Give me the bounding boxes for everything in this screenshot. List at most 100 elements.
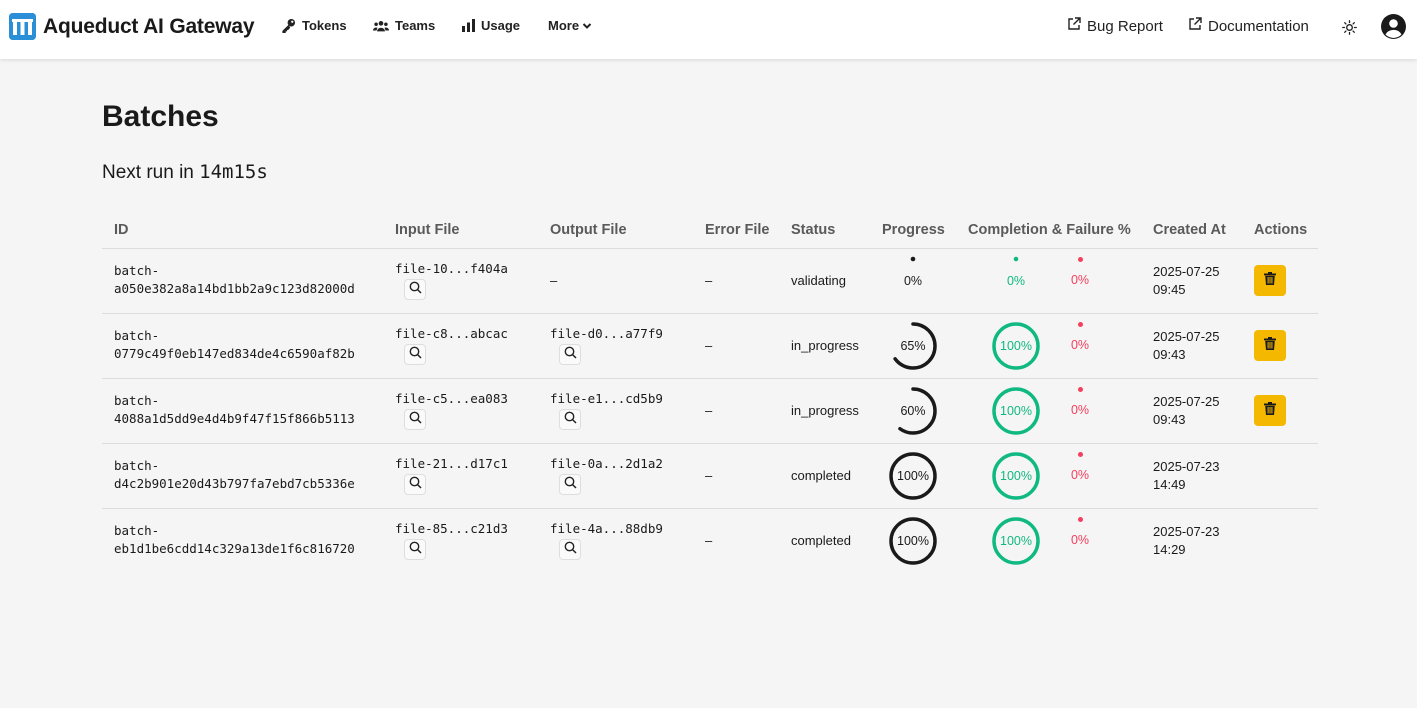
top-navbar: Aqueduct AI Gateway Tokens Teams Usage M… — [0, 0, 1417, 59]
sun-icon — [1342, 20, 1357, 39]
completion-ring: 0% — [991, 256, 1041, 306]
status-label: in_progress — [791, 338, 859, 353]
batch-id[interactable]: batch- 4088a1d5dd9e4d4b9f47f15f866b5113 — [114, 392, 355, 428]
delete-batch-button[interactable] — [1254, 395, 1286, 426]
nav-usage-label: Usage — [481, 18, 521, 33]
view-output-file-button[interactable] — [559, 344, 581, 365]
failure-percent: 0% — [1070, 533, 1090, 547]
failure-indicator-dot — [1078, 322, 1083, 327]
delete-batch-button[interactable] — [1254, 330, 1286, 361]
trash-icon — [1264, 336, 1276, 355]
batch-id[interactable]: batch- d4c2b901e20d43b797fa7ebd7cb5336e — [114, 457, 355, 493]
completion-ring: 100% — [991, 321, 1041, 371]
input-file-id: file-21...d17c1 — [395, 456, 508, 471]
search-icon — [564, 476, 577, 494]
progress-percent-label: 100% — [897, 469, 929, 483]
created-at: 2025-07-25 09:43 — [1153, 329, 1220, 362]
col-header-created-at: Created At — [1153, 222, 1226, 238]
failure-percent: 0% — [1070, 338, 1090, 352]
view-input-file-button[interactable] — [404, 474, 426, 495]
failure-indicator-dot — [1078, 452, 1083, 457]
batch-id[interactable]: batch- 0779c49f0eb147ed834de4c6590af82b — [114, 327, 355, 363]
user-menu-button[interactable] — [1381, 14, 1406, 44]
bar-chart-icon — [462, 19, 475, 32]
view-input-file-button[interactable] — [404, 539, 426, 560]
col-header-output-file: Output File — [550, 222, 627, 238]
created-at: 2025-07-25 09:43 — [1153, 394, 1220, 427]
nav-teams[interactable]: Teams — [373, 18, 435, 33]
status-label: completed — [791, 468, 851, 483]
search-icon — [409, 346, 422, 364]
created-at: 2025-07-25 09:45 — [1153, 264, 1220, 297]
completion-ring: 100% — [991, 386, 1041, 436]
nav-usage[interactable]: Usage — [462, 18, 520, 33]
documentation-label: Documentation — [1208, 17, 1309, 35]
failure-percent: 0% — [1070, 273, 1090, 287]
documentation-link[interactable]: Documentation — [1188, 17, 1309, 35]
progress-percent-label: 0% — [903, 274, 923, 288]
failure-indicator-dot — [1078, 517, 1083, 522]
row-divider — [102, 313, 1318, 314]
failure-percent: 0% — [1070, 468, 1090, 482]
created-at: 2025-07-23 14:29 — [1153, 524, 1220, 557]
input-file-id: file-c8...abcac — [395, 326, 508, 341]
col-header-input-file: Input File — [395, 222, 460, 238]
batch-id[interactable]: batch- eb1d1be6cdd14c329a13de1f6c816720 — [114, 522, 355, 558]
search-icon — [564, 541, 577, 559]
output-file-id: file-4a...88db9 — [550, 521, 663, 536]
view-output-file-button[interactable] — [559, 474, 581, 495]
progress-percent-label: 65% — [900, 339, 926, 353]
brand[interactable]: Aqueduct AI Gateway — [9, 13, 254, 40]
output-file-id: file-0a...2d1a2 — [550, 456, 663, 471]
output-file-id: file-d0...a77f9 — [550, 326, 663, 341]
bug-report-link[interactable]: Bug Report — [1067, 17, 1163, 35]
external-link-icon — [1067, 17, 1081, 35]
next-run-info: Next run in 14m15s — [102, 161, 268, 184]
completion-ring: 100% — [991, 516, 1041, 566]
app-name: Aqueduct AI Gateway — [43, 14, 255, 38]
table-divider — [102, 248, 1318, 249]
search-icon — [564, 346, 577, 364]
failure-percent: 0% — [1070, 403, 1090, 417]
completion-percent-label: 0% — [1006, 274, 1026, 288]
progress-ring: 100% — [888, 516, 938, 566]
completion-percent-label: 100% — [1000, 404, 1032, 418]
batch-id[interactable]: batch- a050e382a8a14bd1bb2a9c123d82000d — [114, 262, 355, 298]
row-divider — [102, 508, 1318, 509]
status-label: completed — [791, 533, 851, 548]
created-at: 2025-07-23 14:49 — [1153, 459, 1220, 492]
search-icon — [409, 476, 422, 494]
nav-teams-label: Teams — [395, 18, 436, 33]
col-header-completion-failure: Completion & Failure % — [968, 222, 1131, 238]
col-header-id: ID — [114, 222, 129, 238]
view-input-file-button[interactable] — [404, 279, 426, 300]
nav-more-label: More — [548, 18, 580, 33]
search-icon — [564, 411, 577, 429]
col-header-actions: Actions — [1254, 222, 1308, 238]
row-divider — [102, 443, 1318, 444]
error-file-empty: – — [705, 273, 713, 288]
completion-percent-label: 100% — [1000, 469, 1032, 483]
delete-batch-button[interactable] — [1254, 265, 1286, 296]
input-file-id: file-c5...ea083 — [395, 391, 508, 406]
theme-toggle-button[interactable] — [1342, 20, 1357, 40]
nav-more-dropdown[interactable]: More — [548, 18, 592, 33]
view-input-file-button[interactable] — [404, 344, 426, 365]
progress-ring: 100% — [888, 451, 938, 501]
col-header-progress: Progress — [882, 222, 945, 238]
nav-tokens-label: Tokens — [302, 18, 347, 33]
view-output-file-button[interactable] — [559, 409, 581, 430]
error-file-empty: – — [705, 468, 713, 483]
key-icon — [281, 18, 296, 33]
nav-tokens[interactable]: Tokens — [281, 18, 347, 33]
completion-ring: 100% — [991, 451, 1041, 501]
bug-report-label: Bug Report — [1087, 17, 1163, 35]
view-input-file-button[interactable] — [404, 409, 426, 430]
search-icon — [409, 411, 422, 429]
chevron-down-icon — [582, 21, 592, 31]
view-output-file-button[interactable] — [559, 539, 581, 560]
output-file-id: file-e1...cd5b9 — [550, 391, 663, 406]
search-icon — [409, 541, 422, 559]
external-link-icon — [1188, 17, 1202, 35]
next-run-countdown: 14m15s — [199, 161, 268, 183]
